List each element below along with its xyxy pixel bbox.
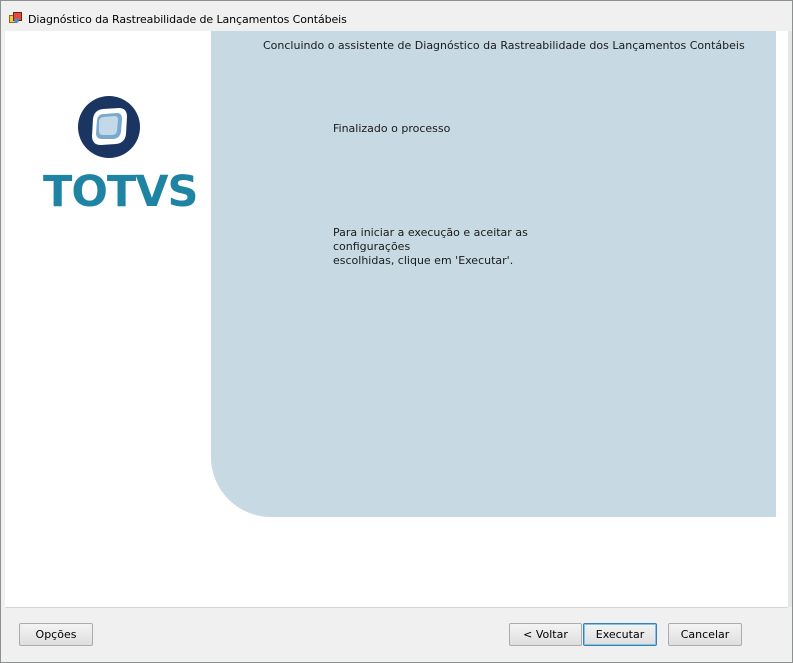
info-panel: Concluindo o assistente de Diagnóstico d… (211, 31, 777, 517)
totvs-logo: TOTVS (43, 87, 198, 217)
footer-separator (5, 607, 788, 608)
totvs-mark-icon (78, 96, 140, 158)
instruction-line-1: Para iniciar a execução e aceitar as con… (333, 226, 528, 253)
back-button[interactable]: < Voltar (509, 623, 582, 646)
step-title: Finalizado o processo (333, 122, 451, 135)
title-bar: Diagnóstico da Rastreabilidade de Lançam… (1, 1, 792, 31)
wizard-content: TOTVS Concluindo o assistente de Diagnós… (5, 31, 788, 607)
cancel-button[interactable]: Cancelar (668, 623, 742, 646)
options-button[interactable]: Opções (19, 623, 93, 646)
totvs-wordmark: TOTVS (43, 167, 198, 217)
wizard-window: Diagnóstico da Rastreabilidade de Lançam… (0, 0, 793, 663)
right-border (788, 31, 792, 607)
instruction-line-2: escolhidas, clique em 'Executar'. (333, 254, 514, 267)
wizard-heading: Concluindo o assistente de Diagnóstico d… (263, 39, 745, 52)
app-icon (9, 12, 22, 25)
instruction-text: Para iniciar a execução e aceitar as con… (333, 226, 593, 268)
window-title: Diagnóstico da Rastreabilidade de Lançam… (28, 13, 347, 26)
execute-button[interactable]: Executar (583, 623, 657, 646)
panel-divider (776, 31, 779, 517)
